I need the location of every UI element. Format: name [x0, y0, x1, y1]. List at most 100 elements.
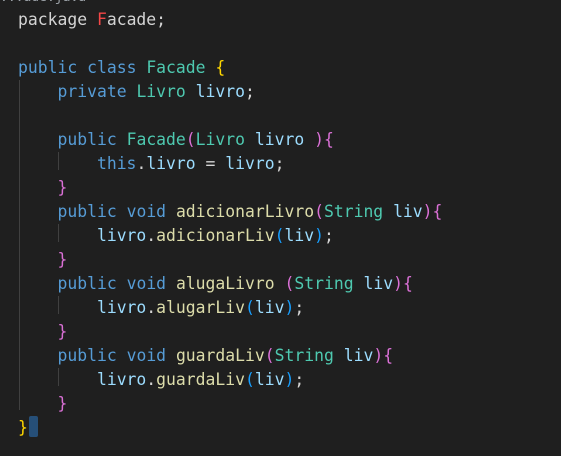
code-token: {: [383, 346, 394, 365]
code-token: guardaLiv: [156, 370, 245, 389]
code-token: public: [57, 130, 117, 149]
code-token: class: [87, 58, 137, 77]
code-token: {: [215, 58, 226, 77]
code-token: .: [146, 226, 157, 245]
code-token: liv: [393, 202, 423, 221]
code-token: F: [96, 10, 107, 29]
code-token: public: [18, 58, 78, 77]
code-line[interactable]: public class Facade {: [18, 56, 225, 80]
code-token: livro: [96, 298, 147, 317]
code-token: void: [126, 202, 167, 221]
code-token: public: [57, 346, 117, 365]
code-line[interactable]: this.livro = livro;: [18, 152, 285, 176]
code-token: ): [284, 370, 295, 389]
code-token: acade: [106, 10, 157, 29]
code-token: adicionarLivro: [175, 202, 315, 221]
code-line[interactable]: private Livro livro;: [18, 80, 255, 104]
code-token: (: [314, 202, 324, 221]
code-token: String: [294, 274, 354, 293]
code-token: (: [244, 370, 255, 389]
code-line[interactable]: }: [18, 320, 67, 344]
code-token: ;: [245, 82, 255, 101]
code-line[interactable]: public void alugaLivro (String liv){: [18, 272, 413, 296]
code-token: alugaLivro: [175, 274, 275, 293]
code-token: liv: [284, 226, 315, 245]
code-token: {: [432, 202, 443, 221]
code-token: }: [57, 250, 68, 269]
code-token: {: [323, 130, 334, 149]
code-token: adicionarLiv: [156, 226, 275, 245]
code-token: String: [323, 202, 384, 221]
code-token: }: [18, 418, 28, 437]
code-token: }: [57, 322, 68, 341]
code-token: ;: [294, 370, 305, 389]
code-token: livro: [96, 370, 147, 389]
code-token: package: [18, 10, 88, 29]
code-token: livro: [146, 154, 196, 173]
code-token: }: [57, 394, 68, 413]
code-token: public: [57, 274, 117, 293]
code-token: (: [274, 226, 285, 245]
code-token: (: [264, 346, 275, 365]
vertical-scrollbar[interactable]: [555, 0, 561, 456]
code-token: this: [96, 154, 137, 173]
text-cursor: [29, 416, 38, 437]
code-editor[interactable]: ...ade.java package Facade;public class …: [0, 0, 561, 456]
code-token: {: [402, 274, 413, 293]
code-token: alugarLiv: [156, 298, 245, 317]
code-token: (: [185, 130, 196, 149]
code-token: liv: [254, 370, 285, 389]
code-token: liv: [343, 346, 374, 365]
code-line[interactable]: livro.guardaLiv(liv);: [18, 368, 304, 392]
code-line[interactable]: livro.adicionarLiv(liv);: [18, 224, 334, 248]
code-token: }: [57, 178, 68, 197]
code-token: livro: [195, 82, 245, 101]
code-token: ): [314, 130, 324, 149]
code-token: liv: [254, 298, 285, 317]
code-token: private: [57, 82, 127, 101]
code-line[interactable]: public Facade(Livro livro ){: [18, 128, 334, 152]
code-token: ;: [156, 10, 167, 29]
code-line[interactable]: }: [18, 248, 67, 272]
code-token: String: [274, 346, 334, 365]
code-line[interactable]: }: [18, 176, 67, 200]
code-line[interactable]: }: [18, 416, 28, 440]
code-line[interactable]: public void guardaLiv(String liv){: [18, 344, 393, 368]
code-token: ;: [323, 226, 334, 245]
code-line[interactable]: public void adicionarLivro(String liv){: [18, 200, 442, 224]
code-line[interactable]: package Facade;: [18, 8, 166, 32]
code-line[interactable]: }: [18, 392, 67, 416]
code-token: livro: [254, 130, 305, 149]
code-line[interactable]: livro.alugarLiv(liv);: [18, 296, 304, 320]
code-token: .: [136, 154, 147, 173]
code-token: livro: [96, 226, 147, 245]
